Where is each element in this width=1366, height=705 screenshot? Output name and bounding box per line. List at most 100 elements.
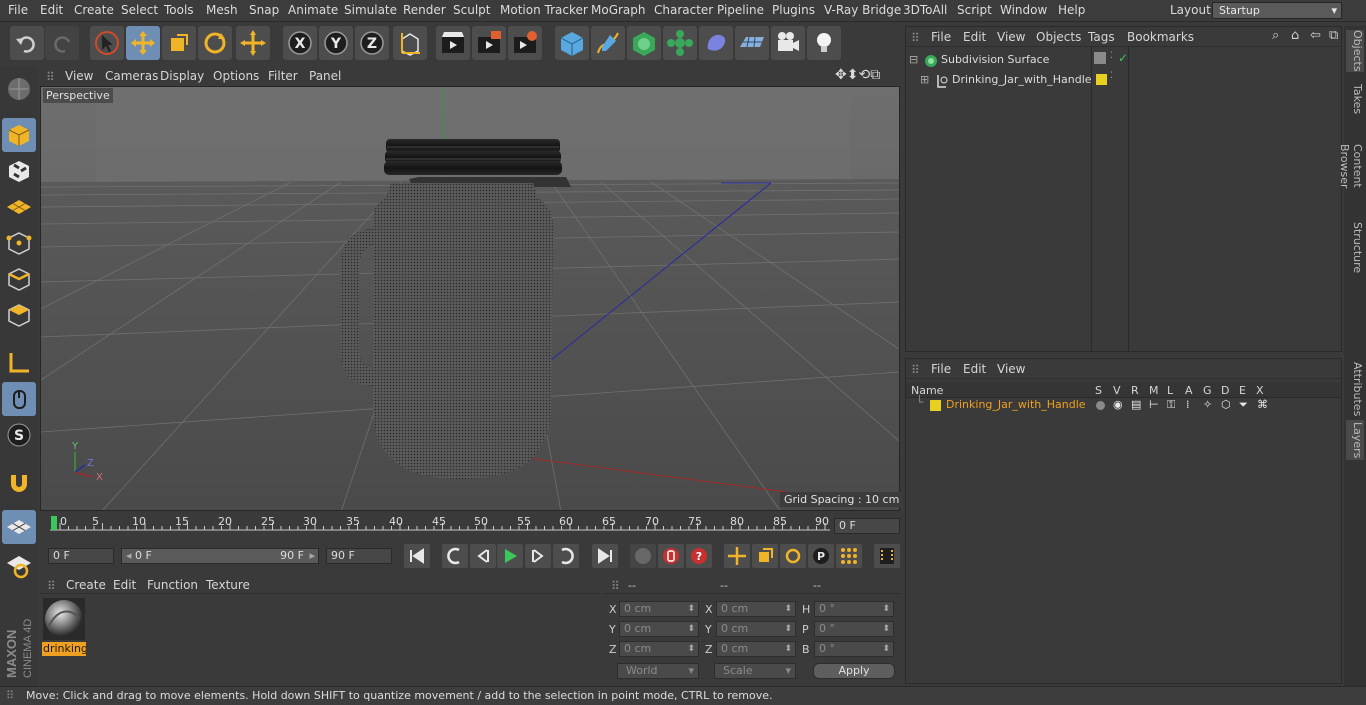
position-x-field[interactable]: 0 cm (619, 601, 699, 617)
vp-menu-cameras[interactable]: Cameras (105, 69, 158, 83)
size-y-field[interactable]: 0 cm (716, 621, 796, 637)
lock-icon[interactable]: ⚿ (1167, 398, 1175, 412)
layer-color-icon[interactable] (1094, 52, 1106, 64)
menu-edit[interactable]: Edit (40, 3, 63, 17)
back-icon[interactable]: ⇦ (1310, 28, 1321, 43)
tab-content-browser[interactable]: Content Browser (1338, 122, 1364, 210)
layer-menu-view[interactable]: View (997, 362, 1025, 376)
next-key-button[interactable] (553, 544, 579, 568)
polygons-mode-button[interactable] (2, 298, 36, 332)
key-scale-button[interactable] (752, 544, 778, 568)
vp-menu-filter[interactable]: Filter (268, 69, 298, 83)
layer-col-generators[interactable]: G (1203, 384, 1212, 397)
menu-create[interactable]: Create (74, 3, 114, 17)
layer-col-render[interactable]: R (1131, 384, 1139, 397)
menu-simulate[interactable]: Simulate (344, 3, 397, 17)
layer-menu-edit[interactable]: Edit (963, 362, 986, 376)
layout-select[interactable]: Startup (1212, 2, 1342, 19)
menu-snap[interactable]: Snap (249, 3, 279, 17)
frame-range-slider[interactable]: ◂ 0 F 90 F ▸ (121, 548, 319, 564)
autokeying-button[interactable]: ? (686, 544, 712, 568)
size-z-field[interactable]: 0 cm (716, 641, 796, 657)
previous-frame-button[interactable] (470, 544, 496, 568)
menu-render[interactable]: Render (403, 3, 446, 17)
layer-col-deformers[interactable]: D (1221, 384, 1229, 397)
deformer-button[interactable] (699, 26, 733, 60)
eye-icon[interactable]: ◉ (1113, 398, 1123, 411)
texture-mode-button[interactable] (2, 154, 36, 188)
generator-icon[interactable]: ✧ (1203, 398, 1212, 411)
axis-mode-button[interactable] (2, 346, 36, 380)
3d-viewport[interactable]: Y Z X (40, 86, 900, 511)
enabled-check-icon[interactable]: ✓ (1118, 51, 1128, 65)
obj-menu-edit[interactable]: Edit (963, 30, 986, 44)
scale-tool-button[interactable] (162, 26, 196, 60)
rotation-b-field[interactable]: 0 ° (814, 641, 894, 657)
tab-structure[interactable]: Structure (1346, 222, 1364, 273)
mat-menu-edit[interactable]: Edit (113, 578, 136, 592)
record-active-objects-button[interactable] (658, 544, 684, 568)
layer-menu-file[interactable]: File (931, 362, 951, 376)
menu-window[interactable]: Window (1000, 3, 1047, 17)
layer-color-swatch[interactable] (930, 400, 941, 411)
layer-row[interactable]: └ Drinking_Jar_with_Handle ◉ ▤ ⊢ ⚿ ⁞ ✧ ⬡… (906, 395, 1340, 414)
cube-object-button[interactable] (555, 26, 589, 60)
menu-pipeline[interactable]: Pipeline (717, 3, 764, 17)
coordinate-system-button[interactable] (393, 26, 427, 60)
search-icon[interactable]: ⌕ (1272, 28, 1279, 43)
workplane-mode-button[interactable] (2, 190, 36, 224)
rotate-tool-button[interactable] (198, 26, 232, 60)
layer-col-locked[interactable]: L (1167, 384, 1173, 397)
vp-menu-display[interactable]: Display (160, 69, 204, 83)
layer-col-view[interactable]: V (1113, 384, 1121, 397)
render-settings-button[interactable] (508, 26, 542, 60)
menu-mograph[interactable]: MoGraph (591, 3, 646, 17)
obj-menu-bookmarks[interactable]: Bookmarks (1127, 30, 1194, 44)
menu-animate[interactable]: Animate (288, 3, 338, 17)
mat-menu-create[interactable]: Create (66, 578, 106, 592)
key-pla-button[interactable] (836, 544, 862, 568)
coordinate-mode-select[interactable]: World ▾ (617, 663, 699, 679)
vp-menu-panel[interactable]: Panel (309, 69, 341, 83)
vp-menu-options[interactable]: Options (213, 69, 259, 83)
menu-help[interactable]: Help (1058, 3, 1085, 17)
drag-handle-icon[interactable]: ⠿ (47, 579, 56, 593)
x-axis-lock-button[interactable]: X (283, 26, 317, 60)
pen-spline-button[interactable] (591, 26, 625, 60)
menu-character[interactable]: Character (654, 3, 713, 17)
undo-button[interactable] (10, 26, 44, 60)
visibility-dots-icon[interactable]: ⁚ (1110, 71, 1113, 81)
obj-menu-objects[interactable]: Objects (1036, 30, 1081, 44)
model-mode-button[interactable] (2, 118, 36, 152)
render-view-button[interactable] (436, 26, 470, 60)
render-clapper-icon[interactable]: ▤ (1131, 398, 1141, 411)
vp-menu-view[interactable]: View (65, 69, 93, 83)
position-z-field[interactable]: 0 cm (619, 641, 699, 657)
snap-settings-button[interactable] (2, 548, 36, 582)
layer-col-solo[interactable]: S (1095, 384, 1102, 397)
cloner-button[interactable] (663, 26, 697, 60)
live-selection-button[interactable] (236, 26, 270, 60)
home-icon[interactable]: ⌂ (1291, 28, 1299, 43)
drag-handle-icon[interactable]: ⠿ (611, 579, 620, 593)
object-row-subdivision-surface[interactable]: ⊟ Subdivision Surface ⁚ ✓ (906, 51, 1340, 70)
snap-magnet-button[interactable] (2, 466, 36, 500)
size-mode-select[interactable]: Scale ▾ (714, 663, 796, 679)
viewport-nav-icon[interactable]: ✥⬍⟲⧉ (835, 67, 880, 83)
obj-menu-file[interactable]: File (931, 30, 951, 44)
size-x-field[interactable]: 0 cm (716, 601, 796, 617)
subdivision-surface-button[interactable] (627, 26, 661, 60)
menu-motion-tracker[interactable]: Motion Tracker (500, 3, 588, 17)
layer-color-icon[interactable] (1096, 74, 1107, 85)
layer-col-manager[interactable]: M (1149, 384, 1159, 397)
workplane-lock-button[interactable] (2, 510, 36, 544)
previous-key-button[interactable] (442, 544, 468, 568)
animation-icon[interactable]: ⁞ (1186, 398, 1190, 411)
play-button[interactable] (497, 544, 523, 568)
go-to-start-button[interactable] (404, 544, 430, 568)
mat-menu-texture[interactable]: Texture (206, 578, 250, 592)
redo-button[interactable] (45, 26, 79, 60)
object-name[interactable]: Subdivision Surface (941, 53, 1049, 66)
select-tool-button[interactable] (90, 26, 124, 60)
object-name[interactable]: Drinking_Jar_with_Handle (952, 73, 1092, 86)
